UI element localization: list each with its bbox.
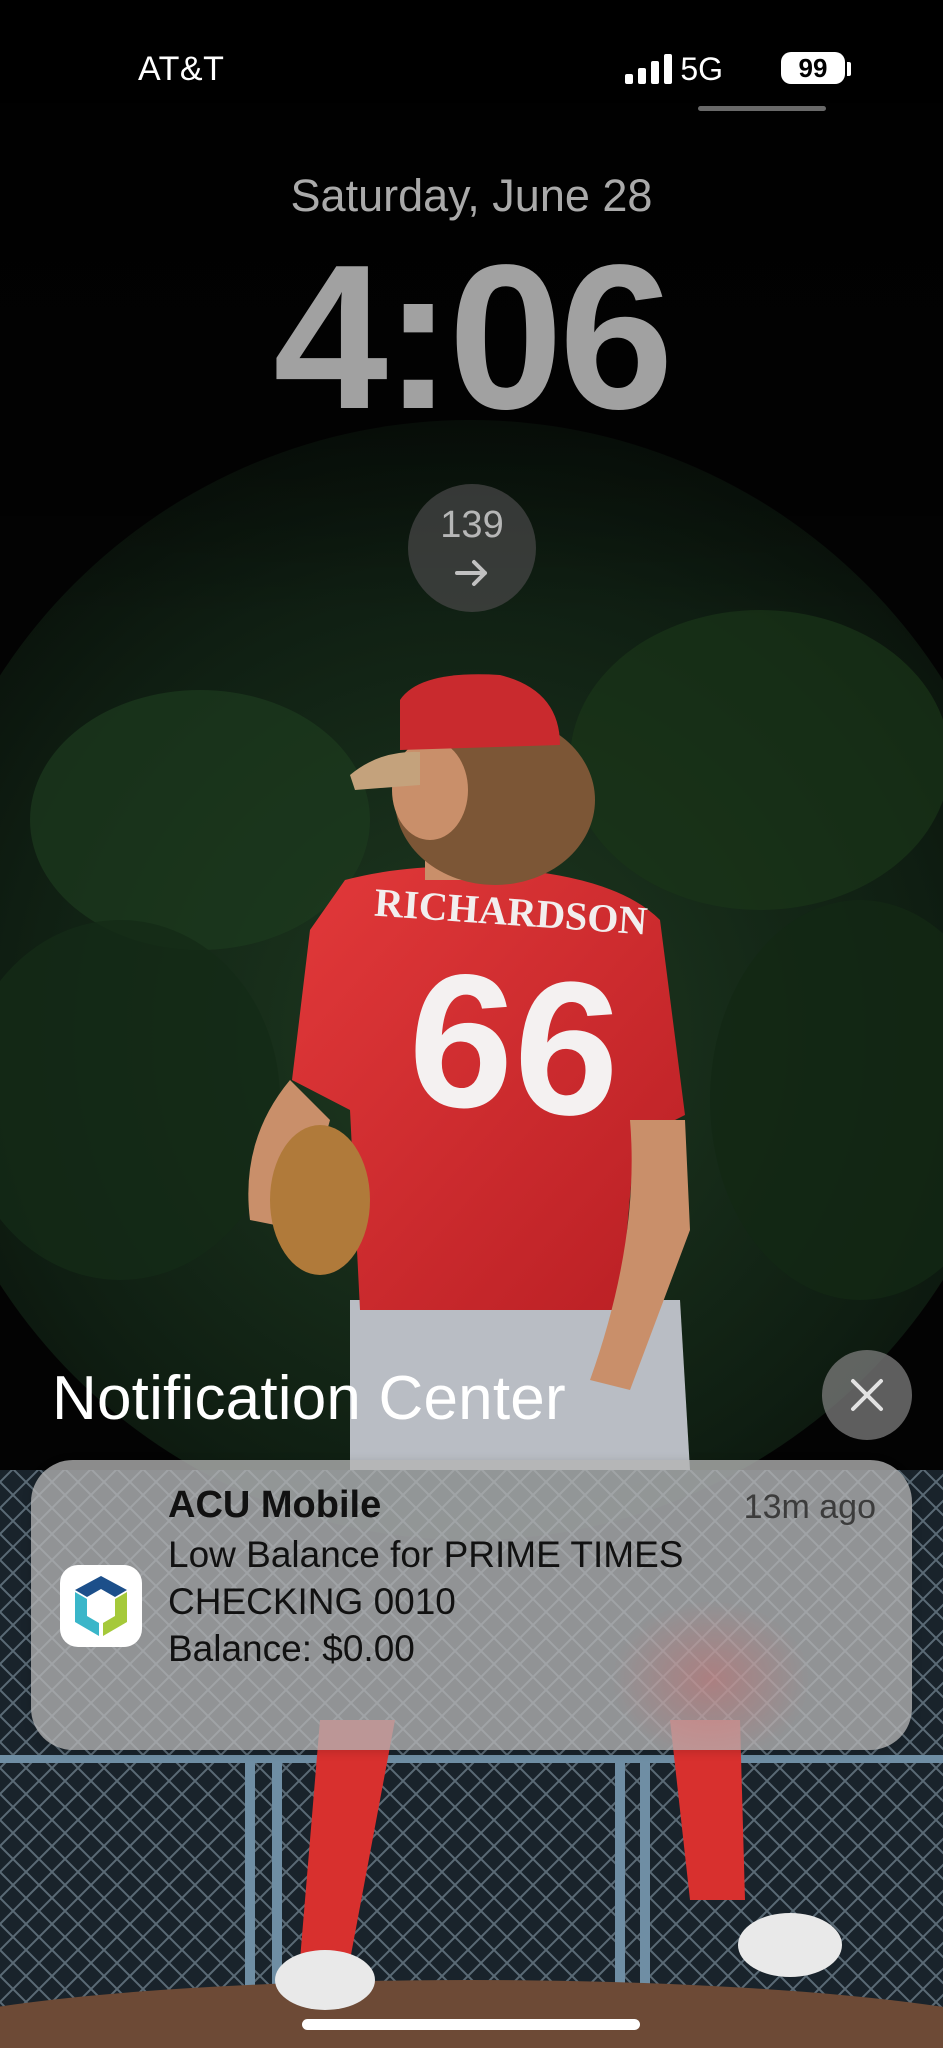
cellular-signal-icon (625, 54, 672, 84)
acu-mobile-app-icon (60, 1565, 142, 1647)
notification-body-line: Balance: $0.00 (168, 1628, 415, 1669)
notification-app-name: ACU Mobile (168, 1484, 382, 1526)
notification-body-line: Low Balance for PRIME TIMES (168, 1534, 684, 1575)
arrow-right-icon (455, 560, 487, 586)
carrier-label: AT&T (138, 50, 225, 88)
home-indicator[interactable] (302, 2019, 640, 2030)
status-indicators: 5G 99 (553, 48, 853, 90)
notification-card[interactable]: ACU Mobile 13m ago Low Balance for PRIME… (31, 1460, 912, 1750)
clear-notifications-button[interactable] (822, 1350, 912, 1440)
lock-screen: RICHARDSON 66 AT&T 5G 99 Saturday, June … (0, 0, 943, 2048)
close-icon (851, 1379, 883, 1411)
network-type: 5G (680, 51, 723, 87)
notification-body-line: CHECKING 0010 (168, 1581, 456, 1622)
lock-widget[interactable]: 139 (408, 484, 536, 612)
lock-date: Saturday, June 28 (290, 170, 653, 221)
jersey-number: 66 (402, 932, 628, 1158)
battery-level: 99 (798, 53, 828, 83)
widget-value: 139 (440, 504, 504, 546)
lock-time: 4:06 (273, 222, 673, 452)
battery-icon: 99 (781, 52, 845, 84)
notification-center-title: Notification Center (52, 1364, 566, 1433)
acu-logo-icon (73, 1574, 129, 1638)
notification-timestamp: 13m ago (743, 1488, 876, 1526)
battery-cap (847, 62, 851, 76)
control-center-indicator[interactable] (698, 106, 826, 111)
